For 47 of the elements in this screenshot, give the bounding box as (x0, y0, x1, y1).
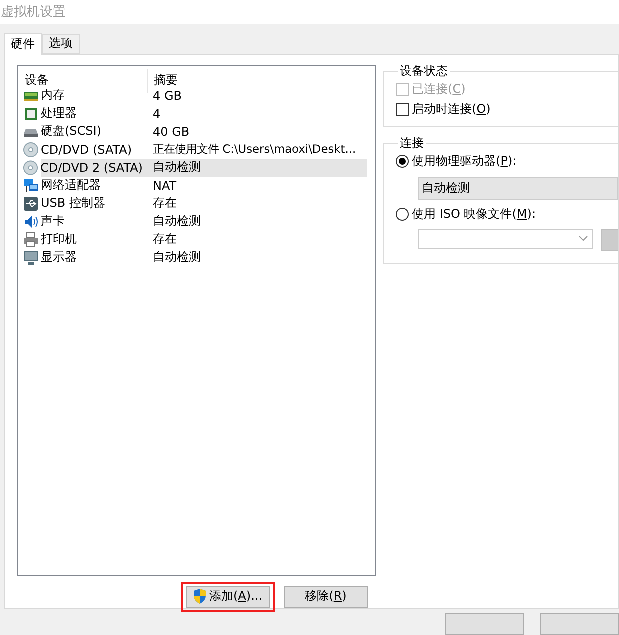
device-name[interactable]: CD/DVD 2 (SATA) (40, 158, 147, 177)
device-name[interactable]: 声卡 (41, 212, 69, 231)
drive-select[interactable]: 自动检测 (418, 176, 618, 200)
radio-label[interactable]: 使用 ISO 映像文件(M): (396, 206, 618, 223)
radio-label[interactable]: 使用物理驱动器(P): (396, 154, 618, 170)
window-title: 虚拟机设置 (1, 4, 66, 21)
iso-file-combo[interactable] (418, 228, 593, 249)
group-title: 连接 (399, 134, 425, 152)
chevron-down-icon (579, 236, 588, 242)
disc-icon (23, 142, 39, 158)
checkbox-label[interactable]: 启动时连接(O) (396, 102, 618, 118)
device-name[interactable]: 网络适配器 (41, 176, 105, 195)
shield-icon (193, 589, 208, 604)
device-name[interactable]: 打印机 (41, 230, 81, 249)
device-name[interactable]: CD/DVD (SATA) (41, 140, 136, 159)
device-name[interactable]: 内存 (41, 86, 69, 105)
radio-button[interactable] (396, 155, 409, 168)
device-summary: NAT (152, 178, 178, 195)
device-name[interactable]: 处理器 (41, 104, 81, 123)
device-name[interactable]: 硬盘(SCSI) (41, 122, 106, 141)
device-summary: 自动检测 (152, 249, 202, 266)
browse-button[interactable] (601, 228, 618, 251)
device-summary: 自动检测 (152, 213, 202, 230)
device-name[interactable]: USB 控制器 (41, 194, 110, 213)
dialog-button[interactable]: 移除(R) (284, 586, 368, 608)
group-title: 设备状态 (399, 62, 449, 80)
dialog-button[interactable]: 添加(A)... (186, 586, 270, 608)
device-summary: 存在 (152, 231, 178, 248)
dialog-button[interactable] (445, 613, 524, 635)
dialog-button[interactable] (540, 613, 619, 635)
checkbox[interactable] (396, 103, 409, 116)
device-summary: 4 (152, 106, 162, 123)
radio-button[interactable] (396, 208, 409, 222)
network-icon (23, 178, 39, 194)
printer-icon (23, 232, 39, 248)
disc-icon (23, 160, 38, 176)
chip-icon (23, 106, 39, 122)
monitor-icon (23, 250, 39, 266)
device-summary: 存在 (152, 195, 178, 212)
usb-icon (23, 196, 39, 212)
tab[interactable]: 选项 (42, 34, 80, 54)
tab[interactable]: 硬件 (4, 32, 42, 55)
speaker-icon (23, 214, 39, 230)
device-summary: 自动检测 (147, 158, 367, 177)
device-summary: 正在使用文件 C:\Users\maoxi\Deskt... (152, 141, 358, 158)
device-summary: 40 GB (152, 124, 191, 141)
device-name[interactable]: 显示器 (41, 248, 81, 267)
